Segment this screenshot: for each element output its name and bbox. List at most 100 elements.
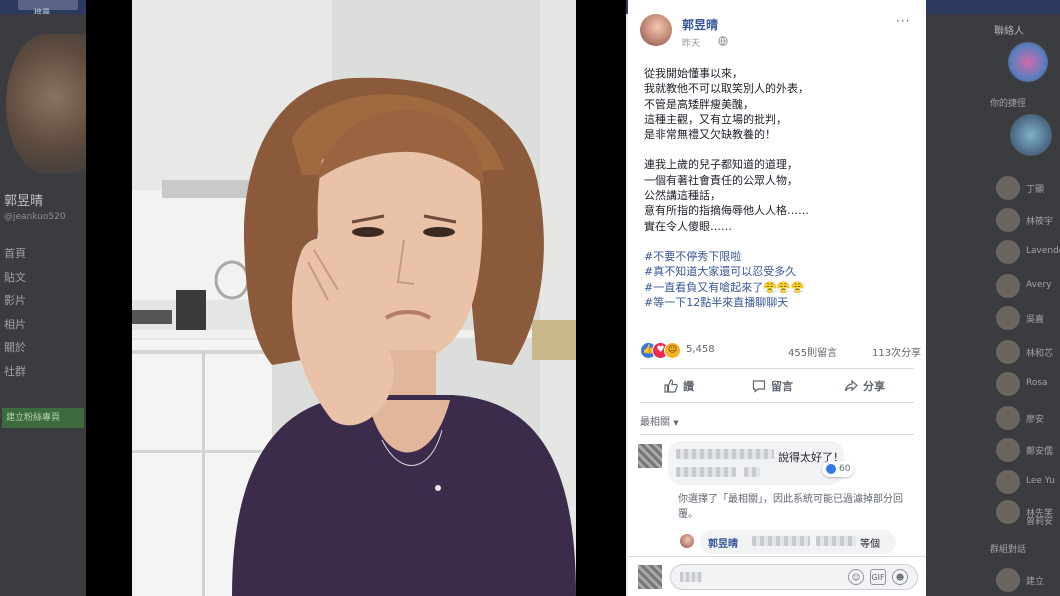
- hashtag-link[interactable]: #一直看負又有嗆起來了😤😤😤: [644, 280, 919, 295]
- divider: [640, 402, 914, 403]
- redacted-name: [676, 449, 774, 459]
- divider: [640, 368, 914, 369]
- post-line: 一個有著社會責任的公眾人物，: [644, 173, 798, 187]
- shortcut-bubble[interactable]: [1010, 114, 1052, 156]
- reply-author-avatar[interactable]: [680, 534, 694, 548]
- like-dot-icon: [826, 464, 836, 474]
- profile-avatar: [6, 34, 86, 174]
- comment-label: 留言: [771, 380, 793, 393]
- redacted-text: [676, 467, 736, 477]
- post-text: 從我開始懂事以來， 我就教他不可以取笑別人的外表， 不管是高矮胖瘦美醜， 這種主…: [644, 66, 919, 310]
- redacted-mention: [752, 536, 810, 546]
- friend-item[interactable]: 鄭安儒: [996, 438, 1060, 462]
- comment-icon: [752, 380, 766, 393]
- comment-like-count[interactable]: 60: [822, 461, 855, 477]
- friend-item[interactable]: 林和芯: [996, 340, 1060, 364]
- friend-item[interactable]: 廖安: [996, 406, 1060, 430]
- hashtag-link[interactable]: #等一下12點半來直播聊聊天: [644, 295, 919, 310]
- friend-avatar: [996, 274, 1020, 298]
- post-time[interactable]: 昨天: [682, 36, 700, 49]
- friend-item[interactable]: Lavender: [996, 240, 1060, 264]
- like-label: 讚: [683, 380, 694, 393]
- friend-avatar: [996, 470, 1020, 494]
- redacted-text: [744, 467, 760, 477]
- friend-item[interactable]: Avery: [996, 274, 1060, 298]
- filter-notice: 你選擇了「最相關」，因此系統可能已過濾掉部分回覆。: [678, 494, 903, 520]
- gif-icon[interactable]: GIF: [870, 569, 886, 585]
- share-label: 分享: [863, 380, 885, 393]
- share-icon: [844, 379, 858, 392]
- chat-bubble[interactable]: [1008, 42, 1048, 82]
- hashtag-link[interactable]: #真不知道大家還可以忍受多久: [644, 264, 919, 279]
- hashtag-link[interactable]: #不要不停秀下限啦: [644, 249, 919, 264]
- friend-avatar: [996, 500, 1020, 524]
- author-name[interactable]: 郭昱晴: [682, 16, 718, 33]
- like-button[interactable]: 讚: [664, 374, 694, 398]
- post-line: 連我上歲的兒子都知道的道理，: [644, 158, 798, 172]
- friend-avatar: [996, 208, 1020, 232]
- thumbs-up-icon: [664, 379, 678, 393]
- author-avatar[interactable]: [640, 14, 672, 46]
- group-chats-title: 群組對話: [990, 545, 1027, 555]
- divider: [640, 434, 914, 435]
- comment-sort-dropdown[interactable]: 最相關 ▼: [640, 413, 679, 428]
- post-line: 我就教他不可以取笑別人的外表，: [644, 82, 809, 96]
- reply-author-name[interactable]: 郭昱晴: [708, 535, 738, 550]
- comment-count[interactable]: 455則留言: [788, 344, 837, 359]
- friend-item[interactable]: 曾莉安: [1026, 508, 1060, 532]
- globe-icon: [718, 36, 728, 46]
- more-options-icon[interactable]: ···: [896, 14, 910, 28]
- viewer-avatar: [638, 565, 662, 589]
- share-count[interactable]: 113次分享: [872, 344, 921, 359]
- post-line: 公然講這種話，: [644, 189, 721, 203]
- create-group-item[interactable]: 建立: [996, 568, 1060, 592]
- post-line: 從我開始懂事以來，: [644, 67, 743, 80]
- contacts-title: 聯絡人: [994, 26, 1024, 37]
- friend-avatar: [996, 340, 1020, 364]
- reply-text: 等個: [860, 539, 880, 550]
- nav-item-community[interactable]: 社群: [4, 360, 26, 384]
- friend-avatar: [996, 176, 1020, 200]
- caret-down-icon: ▼: [673, 419, 679, 427]
- sort-label: 最相關: [640, 417, 670, 428]
- friend-item[interactable]: Lee Yu: [996, 470, 1060, 494]
- post-line: 意有所指的指摘侮辱他人人格……: [644, 204, 809, 218]
- friend-item[interactable]: Rosa: [996, 372, 1060, 396]
- post-line: 這種主觀，又有立場的批判，: [644, 112, 787, 126]
- profile-name: 郭昱晴: [4, 194, 44, 209]
- post-photo[interactable]: [132, 0, 576, 596]
- photo-illustration: [132, 0, 576, 596]
- nav-item-photos[interactable]: 相片: [4, 313, 26, 337]
- write-comment-bar: ☺ GIF ☻: [628, 556, 926, 596]
- search-input[interactable]: 搜尋: [18, 0, 78, 17]
- nav-item-about[interactable]: 關於: [4, 336, 26, 360]
- nav-item-videos[interactable]: 影片: [4, 289, 26, 313]
- reaction-count: 5,458: [686, 344, 715, 355]
- comment-button[interactable]: 留言: [752, 374, 793, 398]
- friend-item[interactable]: 丁顯: [996, 176, 1060, 200]
- share-button[interactable]: 分享: [844, 374, 885, 398]
- friend-avatar: [996, 438, 1020, 462]
- profile-handle: @jeankuo520: [4, 212, 66, 222]
- commenter-avatar[interactable]: [638, 444, 662, 468]
- nav-item-home[interactable]: 首頁: [4, 242, 26, 266]
- nav-item-posts[interactable]: 貼文: [4, 266, 26, 290]
- post-line: 不管是高矮胖瘦美醜，: [644, 97, 754, 111]
- emoji-icon[interactable]: ☺: [848, 569, 864, 585]
- friend-item[interactable]: 吳嘉: [996, 306, 1060, 330]
- friend-avatar: [996, 406, 1020, 430]
- friend-item[interactable]: 林筱宇: [996, 208, 1060, 232]
- friend-avatar: [996, 306, 1020, 330]
- friend-avatar: [996, 372, 1020, 396]
- profile-nav: 首頁 貼文 影片 相片 關於 社群: [4, 242, 26, 383]
- post-panel: 郭昱晴 昨天 ··· 從我開始懂事以來， 我就教他不可以取笑別人的外表， 不管是…: [628, 0, 926, 596]
- post-line: 實在令人傻眼……: [644, 219, 732, 233]
- friend-avatar: [996, 240, 1020, 264]
- haha-reaction-icon: ☺: [664, 342, 681, 359]
- create-page-button[interactable]: 建立粉絲專頁: [2, 408, 84, 428]
- post-line: 是非常無禮又欠缺教養的！: [644, 128, 776, 142]
- sticker-icon[interactable]: ☻: [892, 569, 908, 585]
- create-group-avatar: [996, 568, 1020, 592]
